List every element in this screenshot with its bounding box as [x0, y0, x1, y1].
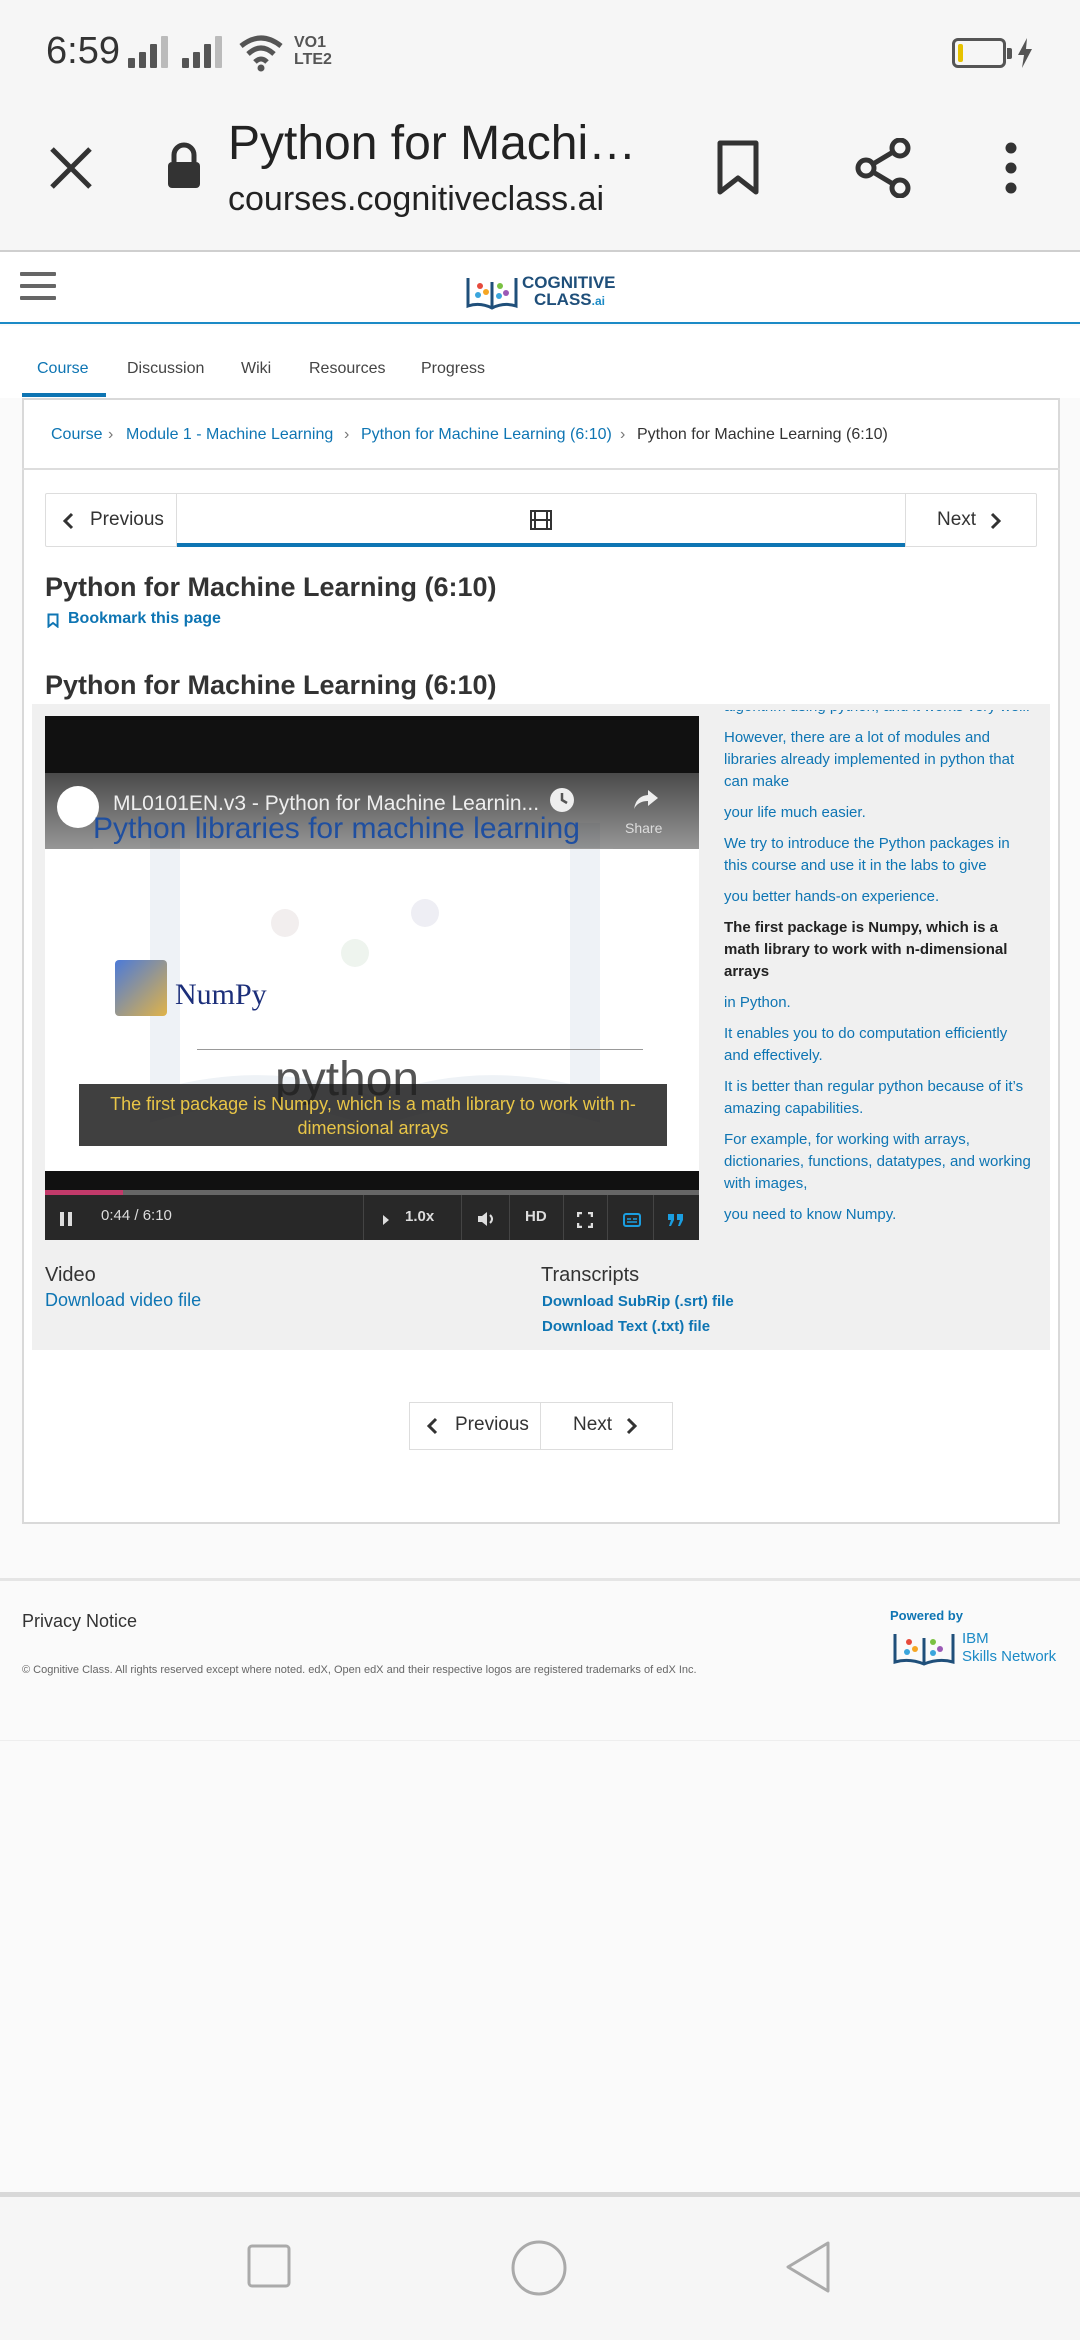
breadcrumb-separator: ›: [108, 426, 114, 443]
bottom-next-button[interactable]: Next: [573, 1414, 612, 1436]
active-unit-indicator: [177, 543, 905, 547]
active-tab-indicator: [22, 393, 106, 397]
bookmark-icon[interactable]: [716, 140, 760, 196]
breadcrumb-separator: ›: [344, 426, 350, 443]
divider: [540, 1402, 541, 1450]
video-caption: The first package is Numpy, which is a m…: [79, 1084, 667, 1146]
breadcrumb-current: Python for Machine Learning (6:10): [637, 426, 888, 443]
transcript-line[interactable]: We try to introduce the Python packages …: [724, 833, 1036, 877]
browser-page-title[interactable]: Python for Machi…: [228, 116, 636, 171]
footer-divider: [0, 1578, 1080, 1581]
transcript-line[interactable]: It enables you to do computation efficie…: [724, 1023, 1036, 1067]
status-time: 6:59: [46, 30, 120, 72]
slide-numpy-label: NumPy: [175, 978, 267, 1011]
slide-divider: [93, 848, 613, 849]
sequence-next-button[interactable]: Next: [937, 509, 976, 531]
tab-wiki[interactable]: Wiki: [241, 360, 271, 378]
bookmark-page-link[interactable]: Bookmark this page: [68, 610, 221, 628]
charging-icon: [1018, 38, 1032, 68]
ibm-skills-network-label[interactable]: IBM Skills Network: [962, 1630, 1056, 1666]
transcript-list[interactable]: algorithm using python, and it works ver…: [724, 710, 1036, 1242]
fullscreen-icon[interactable]: [577, 1212, 593, 1228]
tab-course[interactable]: Course: [37, 360, 89, 378]
tab-discussion[interactable]: Discussion: [127, 360, 204, 378]
battery-icon: [952, 38, 1012, 68]
video-share-label: Share: [625, 820, 663, 836]
divider: [563, 1195, 564, 1240]
home-icon[interactable]: [511, 2240, 567, 2296]
speed-play-icon: [383, 1215, 389, 1225]
transcript-toggle-icon[interactable]: [667, 1213, 685, 1227]
speed-button[interactable]: 1.0x: [405, 1208, 434, 1225]
copyright-text: © Cognitive Class. All rights reserved e…: [22, 1664, 697, 1676]
sequence-previous-button[interactable]: Previous: [90, 509, 164, 531]
network-type: VO1 LTE2: [294, 34, 332, 68]
bookmark-small-icon: [47, 613, 59, 628]
download-srt-link[interactable]: Download SubRip (.srt) file: [542, 1293, 734, 1310]
transcript-line-current[interactable]: The first package is Numpy, which is a m…: [724, 917, 1036, 983]
browser-url[interactable]: courses.cognitiveclass.ai: [228, 180, 604, 219]
video-time: 0:44 / 6:10: [101, 1207, 172, 1224]
breadcrumb-module[interactable]: Module 1 - Machine Learning: [126, 426, 333, 444]
footer-bottom-divider: [0, 1740, 1080, 1741]
chevron-right-icon: [990, 512, 1002, 530]
download-video-link[interactable]: Download video file: [45, 1290, 201, 1311]
privacy-notice-link[interactable]: Privacy Notice: [22, 1611, 137, 1632]
breadcrumb-separator: ›: [620, 426, 626, 443]
divider: [905, 493, 906, 547]
transcripts-heading: Transcripts: [541, 1264, 640, 1286]
divider: [176, 493, 177, 547]
captions-icon[interactable]: [623, 1213, 641, 1227]
signal-2-icon: [182, 36, 224, 68]
tab-progress[interactable]: Progress: [421, 360, 485, 378]
wifi-icon: [239, 35, 283, 72]
tab-resources[interactable]: Resources: [309, 360, 385, 378]
hd-button[interactable]: HD: [525, 1208, 547, 1225]
divider: [607, 1195, 608, 1240]
ibm-skills-network-logo-icon[interactable]: [893, 1630, 955, 1666]
back-icon[interactable]: [784, 2240, 832, 2294]
divider: [363, 1195, 364, 1240]
divider: [22, 468, 1060, 470]
video-player[interactable]: ML0101EN.v3 - Python for Machine Learnin…: [45, 716, 699, 1240]
menu-icon[interactable]: [20, 272, 56, 300]
transcript-line[interactable]: algorithm using python, and it works ver…: [724, 710, 1036, 718]
transcript-line[interactable]: However, there are a lot of modules and …: [724, 727, 1036, 793]
chevron-right-icon: [626, 1417, 638, 1435]
download-txt-link[interactable]: Download Text (.txt) file: [542, 1318, 710, 1335]
video-share-icon[interactable]: [633, 788, 659, 810]
share-icon[interactable]: [854, 138, 912, 198]
more-options-icon[interactable]: [1004, 142, 1018, 194]
unit-title: Python for Machine Learning (6:10): [45, 572, 497, 602]
transcript-line[interactable]: It is better than regular python because…: [724, 1076, 1036, 1120]
transcript-line[interactable]: For example, for working with arrays, di…: [724, 1129, 1036, 1195]
recent-apps-icon[interactable]: [247, 2244, 291, 2288]
powered-by-label: Powered by: [890, 1608, 963, 1623]
close-tab-icon[interactable]: [48, 145, 94, 191]
logo-book-icon: [466, 278, 518, 310]
chevron-left-icon: [426, 1417, 438, 1435]
divider: [461, 1195, 462, 1240]
video-heading: Python for Machine Learning (6:10): [45, 670, 497, 700]
volume-icon[interactable]: [477, 1212, 495, 1226]
slide-divider: [197, 1049, 643, 1050]
signal-1-icon: [128, 36, 170, 68]
chevron-left-icon: [62, 512, 74, 530]
video-downloads-heading: Video: [45, 1264, 96, 1286]
transcript-line[interactable]: you better hands-on experience.: [724, 886, 1036, 908]
transcript-line[interactable]: in Python.: [724, 992, 1036, 1014]
breadcrumb-subsection[interactable]: Python for Machine Learning (6:10): [361, 426, 612, 444]
breadcrumb-course[interactable]: Course: [51, 426, 103, 444]
bottom-previous-button[interactable]: Previous: [455, 1414, 529, 1436]
watch-later-icon[interactable]: [549, 787, 575, 813]
numpy-logo-icon: [115, 960, 167, 1016]
divider: [653, 1195, 654, 1240]
divider: [509, 1195, 510, 1240]
transcript-line[interactable]: your life much easier.: [724, 802, 1036, 824]
slide-title: Python libraries for machine learning: [93, 812, 580, 845]
pause-icon[interactable]: [59, 1211, 73, 1227]
video-unit-icon[interactable]: [530, 510, 552, 530]
transcript-line[interactable]: you need to know Numpy.: [724, 1204, 1036, 1226]
lock-icon[interactable]: [166, 142, 202, 190]
